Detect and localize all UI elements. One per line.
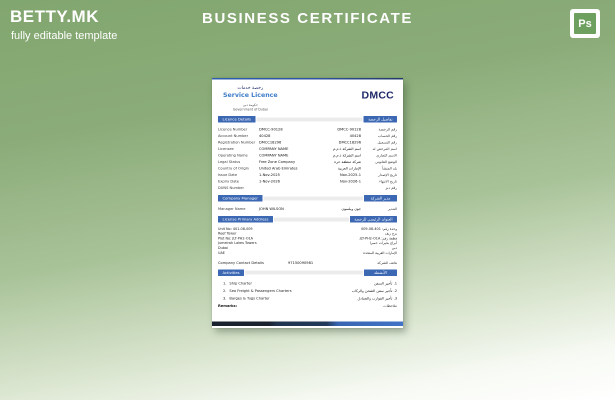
section-label-en: Company Manager — [218, 195, 262, 202]
section-label-en: Activities — [218, 269, 244, 276]
licence-details-table: Licence NumberDMCC-90128DMCC-90128رقم ال… — [218, 126, 397, 191]
remarks-row: Remarks: ملاحظات — [218, 304, 397, 309]
table-row: DUNS Numberرقم دنز — [218, 184, 397, 191]
section-label-ar: الأنشطة — [364, 269, 397, 276]
government-english: Government of Dubai — [223, 107, 278, 111]
banner-divider — [256, 117, 362, 121]
brand-tagline: fully editable template — [11, 30, 117, 42]
doc-footer-bar — [212, 322, 403, 327]
doc-title-arabic: رخصة خدمات — [223, 86, 278, 91]
page-title: BUSINESS CERTIFICATE — [0, 10, 615, 27]
list-item: 3.Barges & Tugs Charter 3. تأجير القوارب… — [218, 295, 397, 303]
section-label-en: Licence Details — [218, 116, 255, 123]
list-item: 1.Ship Charter 1. تأجير السفن — [218, 280, 397, 288]
manager-row: Manager NameJOHN WILSONجون ويلسونالمدير — [218, 205, 397, 212]
section-banner-primary-address: License Primary Address العنوان الرئيسي … — [218, 216, 397, 223]
section-label-en: License Primary Address — [218, 216, 273, 223]
doc-header: رخصة خدمات Service Licence حكومة دبي Gov… — [218, 85, 397, 112]
section-banner-activities: Activities الأنشطة — [218, 269, 397, 276]
banner-divider — [274, 217, 349, 221]
section-banner-company-manager: Company Manager مدير الشركة — [218, 195, 397, 202]
dmcc-logo: DMCC — [362, 90, 395, 102]
section-banner-licence-details: Licence Details تفاصيل الرخصة — [218, 116, 397, 123]
section-label-ar: مدير الشركة — [364, 195, 397, 202]
address-arabic: وحدة رقم: 401-08-009 برج ريف قطعة رقم: J… — [360, 227, 397, 256]
contact-phone: 97150090981 — [288, 261, 357, 266]
doc-title: Service Licence — [223, 91, 278, 99]
activities-list: 1.Ship Charter 1. تأجير السفن 2.Sea Frei… — [218, 280, 397, 303]
address-block: Unit No: 401-08-009 Reef Tower Plot No: … — [218, 227, 397, 256]
promo-canvas: { "page": { "brand": "BETTY.MK", "taglin… — [0, 0, 615, 400]
photoshop-badge-icon: Ps — [570, 9, 600, 38]
section-label-ar: تفاصيل الرخصة — [364, 116, 397, 123]
banner-divider — [245, 271, 363, 275]
certificate-document: رخصة خدمات Service Licence حكومة دبي Gov… — [212, 78, 403, 328]
section-label-ar: العنوان الرئيسي للرخصة — [350, 216, 397, 223]
list-item: 2.Sea Freight & Passengers Charters 2. ت… — [218, 287, 397, 295]
banner-divider — [263, 196, 363, 200]
address-english: Unit No: 401-08-009 Reef Tower Plot No: … — [218, 227, 257, 256]
contact-row: Company Contact Details 97150090981 هاتف… — [218, 261, 397, 266]
photoshop-badge-label: Ps — [574, 13, 596, 34]
